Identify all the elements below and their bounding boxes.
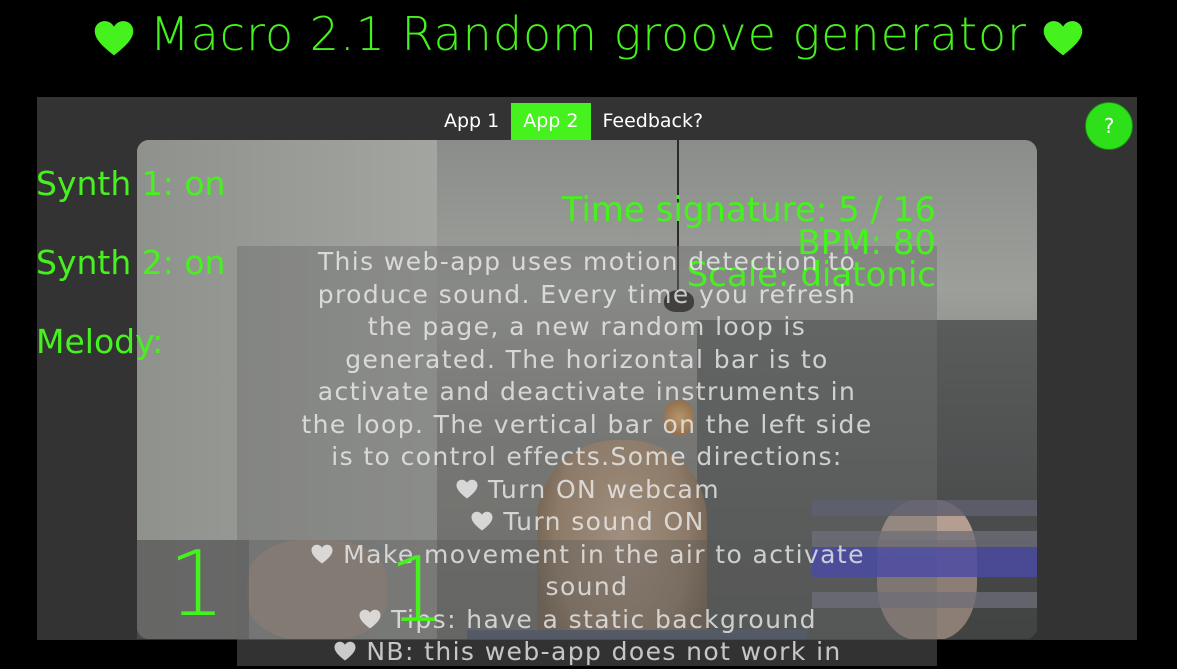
info-line: activate and deactivate instruments in [317, 377, 857, 406]
melody-status: Melody: [36, 322, 164, 361]
tab-feedback[interactable]: Feedback? [591, 103, 716, 140]
heart-icon [456, 479, 478, 498]
heart-icon [359, 609, 381, 628]
tab-app-2[interactable]: App 2 [511, 103, 591, 140]
heart-icon [334, 641, 356, 661]
heart-icon [471, 511, 493, 531]
tab-bar: App 1 App 2 Feedback? [432, 103, 715, 140]
app-title: Macro 2.1 Random groove generator [0, 4, 1177, 64]
bullet-item: NB: this web-app does not work in [237, 636, 937, 669]
info-line: produce sound. Every time you refresh [317, 279, 857, 309]
effect-counter: 1 [168, 532, 226, 637]
heart-icon [311, 544, 333, 563]
bullet-item-cont: sound [545, 572, 629, 601]
info-line: This web-app uses motion detection to [317, 247, 857, 276]
bullet-item: Make movement in the air to activate [237, 539, 937, 572]
tab-app-1[interactable]: App 1 [432, 103, 511, 140]
info-line: the page, a new random loop is [367, 312, 807, 341]
info-line: generated. The horizontal bar is to [345, 344, 829, 374]
info-line: the loop. The vertical bar on the left s… [301, 409, 873, 439]
help-button[interactable]: ? [1085, 102, 1133, 150]
heart-icon [1041, 16, 1085, 60]
instrument-counter: 1 [388, 538, 446, 643]
info-text: This web-app uses motion detection to pr… [237, 246, 937, 669]
synth-2-status: Synth 2: on [36, 243, 226, 282]
heart-icon [92, 16, 136, 60]
bullet-item: Turn sound ON [237, 506, 937, 539]
info-line: is to control effects.Some directions: [331, 442, 843, 471]
title-text: Macro 2.1 Random groove generator [149, 7, 1028, 61]
synth-1-status: Synth 1: on [36, 164, 226, 203]
bullet-item: Turn ON webcam [237, 474, 937, 507]
bullet-item: Tips: have a static background [237, 604, 937, 637]
